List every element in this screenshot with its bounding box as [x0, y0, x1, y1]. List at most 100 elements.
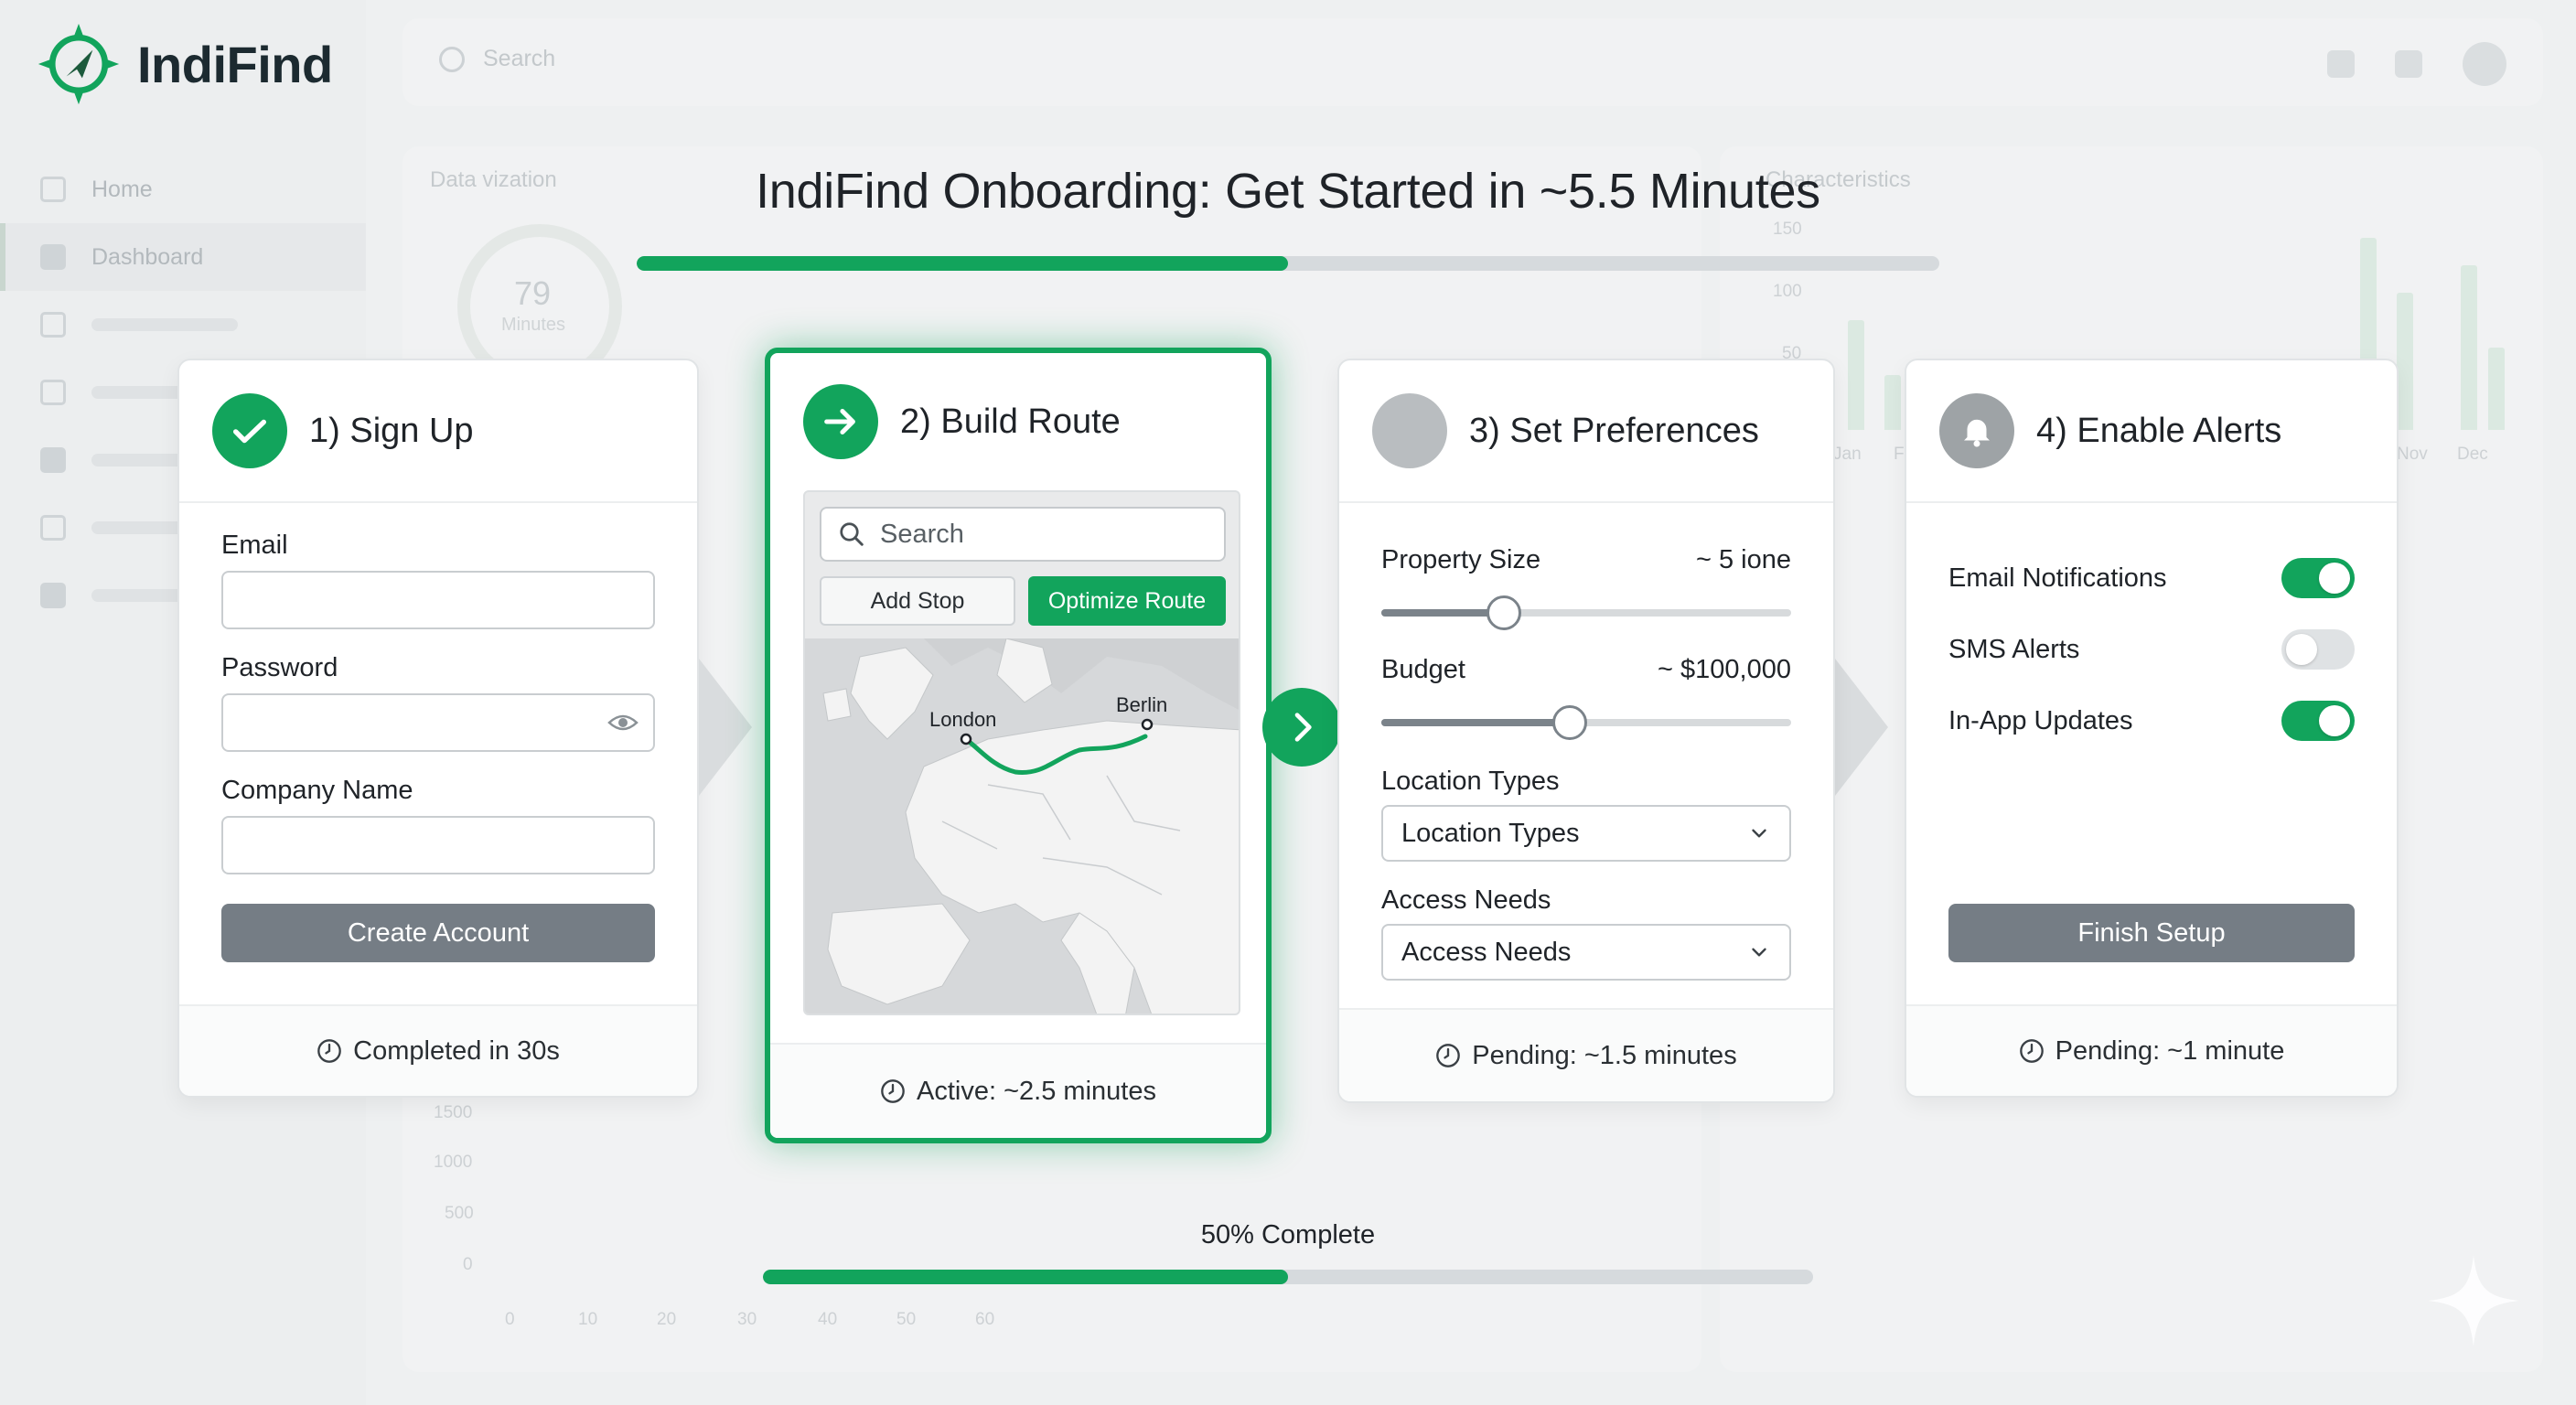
sparkle-icon	[2428, 1255, 2519, 1346]
email-label: Email	[221, 531, 288, 560]
clock-icon	[317, 1039, 341, 1063]
search-icon	[439, 46, 465, 72]
background-bar	[1848, 320, 1864, 430]
password-field[interactable]	[221, 693, 655, 752]
compass-logo-icon	[38, 23, 120, 105]
card-title: 2) Build Route	[900, 402, 1121, 441]
card-footer: Pending: ~1 minute	[1906, 1004, 2397, 1096]
card-header: 2) Build Route	[770, 353, 1266, 490]
europe-map[interactable]: London Berlin	[805, 638, 1240, 1015]
background-tick: Jan	[1833, 445, 1862, 464]
avatar[interactable]	[2463, 42, 2506, 86]
company-name-field[interactable]	[221, 816, 655, 874]
in-app-updates-row: In-App Updates	[1948, 699, 2355, 743]
toggle-knob	[2319, 563, 2350, 594]
bottom-progress-fill	[763, 1270, 1288, 1284]
top-progress-fill	[637, 256, 1288, 271]
onboarding-title: IndiFind Onboarding: Get Started in ~5.5…	[756, 164, 1820, 219]
app-logo[interactable]: IndiFind	[35, 18, 333, 110]
add-stop-button[interactable]: Add Stop	[820, 576, 1015, 626]
nav-item-analytics[interactable]	[0, 291, 366, 359]
select-value: Location Types	[1401, 818, 1580, 848]
property-size-value: ~ 5 ione	[1695, 545, 1791, 574]
location-types-label: Location Types	[1381, 767, 1560, 796]
background-tick: 1000	[434, 1153, 473, 1172]
nav-label: Dashboard	[91, 243, 204, 270]
map-search-input[interactable]: Search	[820, 507, 1226, 562]
email-notifications-toggle[interactable]	[2281, 558, 2355, 598]
users-icon	[40, 380, 66, 405]
card-footer: Active: ~2.5 minutes	[770, 1043, 1266, 1138]
city-label: London	[929, 708, 996, 731]
step-card-alerts: 4) Enable Alerts Email Notifications SMS…	[1905, 359, 2399, 1098]
in-app-updates-toggle[interactable]	[2281, 701, 2355, 741]
slider-handle[interactable]	[1552, 705, 1588, 740]
step-pending-badge	[1939, 393, 2014, 468]
nav-item-dashboard[interactable]: Dashboard	[0, 223, 366, 291]
chevron-down-icon	[1752, 948, 1766, 957]
card-title: 4) Enable Alerts	[2036, 411, 2282, 450]
email-field[interactable]	[221, 571, 655, 629]
progress-label: 50% Complete	[1200, 1220, 1376, 1249]
optimize-route-button[interactable]: Optimize Route	[1028, 576, 1226, 626]
clock-icon	[881, 1079, 905, 1103]
toggle-label: In-App Updates	[1948, 705, 2133, 735]
slider-handle[interactable]	[1487, 595, 1522, 630]
background-bar	[2488, 348, 2505, 430]
chevron-right-icon	[1835, 659, 1888, 796]
app-name: IndiFind	[137, 35, 333, 93]
property-size-slider[interactable]	[1381, 595, 1791, 630]
background-tick: 40	[818, 1310, 838, 1329]
next-step-button[interactable]	[1262, 688, 1341, 767]
background-tick: Dec	[2457, 445, 2488, 464]
background-tick: 100	[1773, 282, 1802, 301]
bell-icon	[1964, 419, 1990, 447]
sms-alerts-row: SMS Alerts	[1948, 627, 2355, 671]
finish-setup-button[interactable]: Finish Setup	[1948, 904, 2355, 962]
step-status: Pending: ~1.5 minutes	[1472, 1040, 1737, 1070]
slider-fill	[1381, 609, 1505, 617]
access-needs-select[interactable]: Access Needs	[1381, 924, 1791, 981]
calendar-icon	[40, 515, 66, 541]
background-ring-unit: Minutes	[501, 315, 566, 335]
chevron-right-icon	[699, 659, 752, 796]
bell-icon[interactable]	[2395, 50, 2422, 78]
access-needs-label: Access Needs	[1381, 885, 1551, 915]
map-pin-icon[interactable]	[960, 733, 972, 745]
map-pin-icon[interactable]	[1141, 718, 1154, 731]
create-account-button[interactable]: Create Account	[221, 904, 655, 962]
background-tick: F	[1894, 445, 1905, 464]
background-tick: 60	[975, 1310, 995, 1329]
card-header: 3) Set Preferences	[1339, 360, 1833, 503]
step-status: Active: ~2.5 minutes	[917, 1076, 1156, 1106]
city-label: Berlin	[1116, 693, 1167, 716]
step-card-signup: 1) Sign Up Email Password Company Name C…	[177, 359, 699, 1098]
dashboard-icon	[40, 244, 66, 270]
card-header: 1) Sign Up	[179, 360, 697, 503]
background-search[interactable]: Search	[439, 46, 555, 72]
top-progress-bar	[637, 256, 1939, 271]
chat-icon[interactable]	[2327, 50, 2355, 78]
background-ring-value: 79	[514, 274, 552, 312]
slider-fill	[1381, 719, 1571, 726]
company-label: Company Name	[221, 776, 413, 805]
eye-icon[interactable]	[607, 712, 639, 734]
background-tick: 20	[657, 1310, 677, 1329]
search-icon	[840, 522, 864, 546]
budget-value: ~ $100,000	[1658, 655, 1791, 684]
background-bar	[1884, 375, 1901, 430]
background-bar	[2461, 265, 2477, 430]
sms-alerts-toggle[interactable]	[2281, 629, 2355, 670]
map-search-placeholder: Search	[880, 519, 964, 549]
background-tick: 10	[578, 1310, 598, 1329]
step-pending-badge	[1372, 393, 1447, 468]
budget-label: Budget	[1381, 655, 1465, 684]
route-map-panel: Search Add Stop Optimize Route London Be…	[803, 490, 1240, 1015]
location-types-select[interactable]: Location Types	[1381, 805, 1791, 862]
clock-icon	[1436, 1044, 1461, 1067]
chevron-down-icon	[1752, 829, 1766, 838]
toggle-knob	[2286, 634, 2317, 665]
budget-slider[interactable]	[1381, 705, 1791, 740]
card-footer: Completed in 30s	[179, 1004, 697, 1096]
message-icon	[40, 583, 66, 608]
